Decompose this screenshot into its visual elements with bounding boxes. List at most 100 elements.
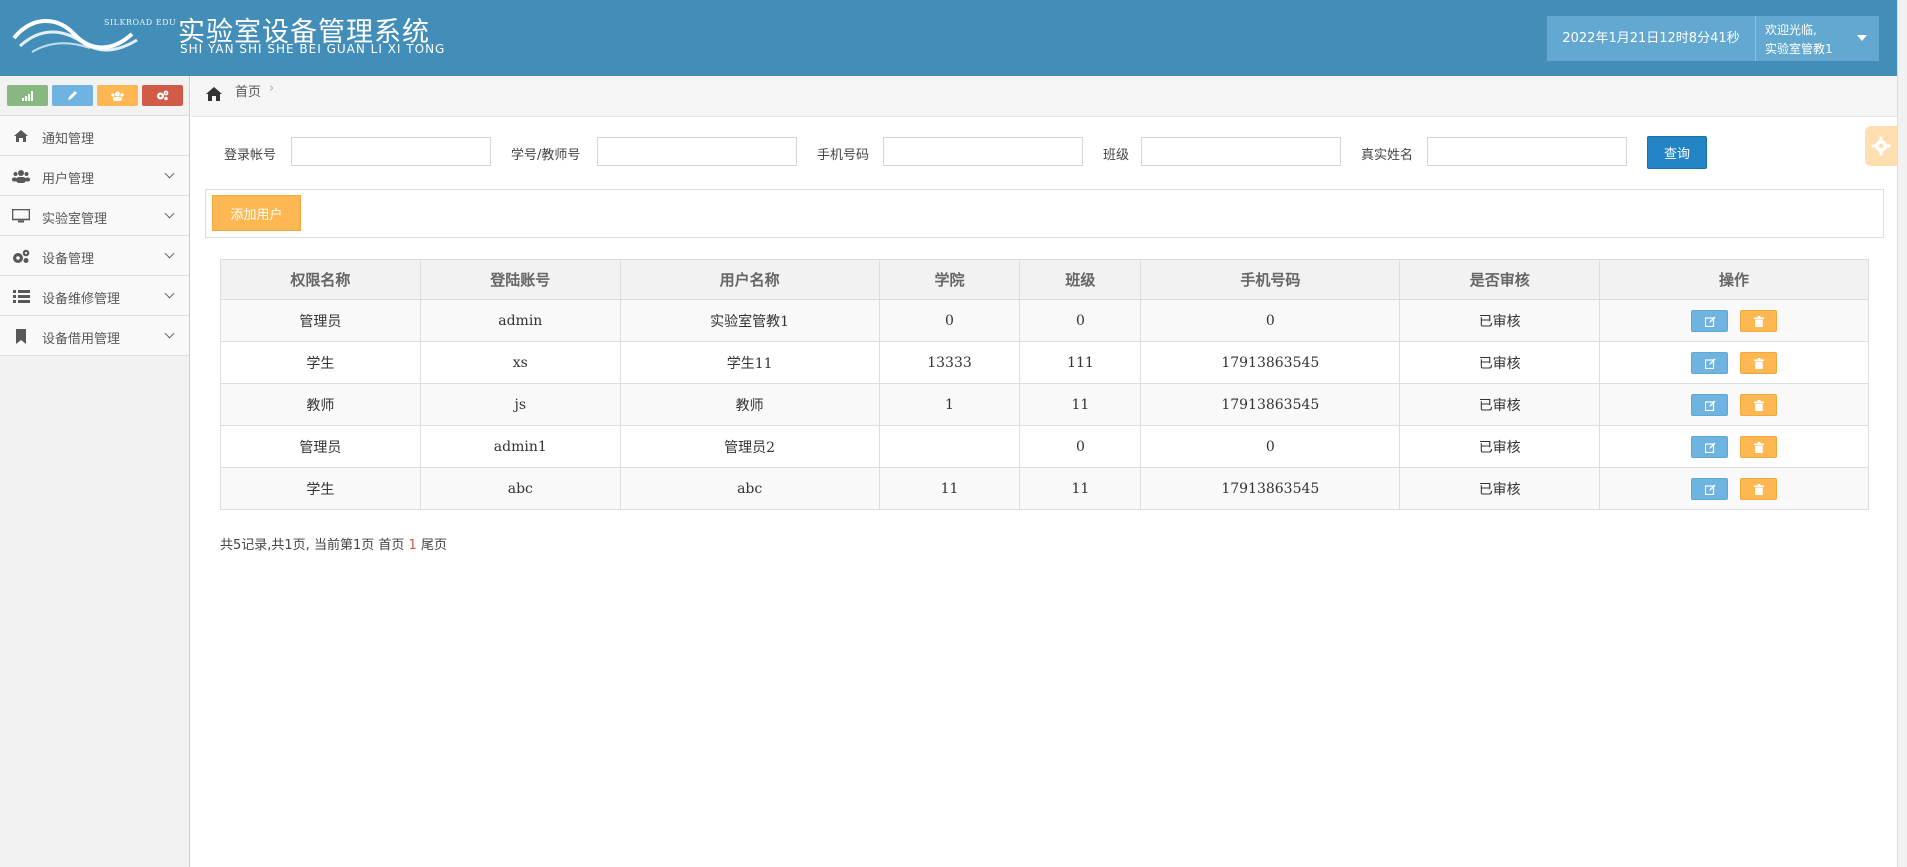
student-no-label: 学号/教师号 (511, 148, 581, 163)
shortcut-cogs-button[interactable] (142, 85, 183, 106)
student-no-input[interactable] (597, 137, 797, 166)
sidebar-item-equipment[interactable]: 设备管理 (0, 236, 189, 276)
username-cell: 管理员2 (619, 425, 880, 468)
audit-status-cell: 已审核 (1399, 425, 1601, 468)
query-button[interactable]: 查询 (1647, 136, 1707, 169)
role-cell: 管理员 (220, 299, 421, 342)
audit-status-cell: 已审核 (1399, 383, 1601, 426)
edit-button[interactable] (1691, 309, 1729, 332)
logo-text: SILKROAD EDU (104, 18, 177, 27)
phone-cell: 17913863545 (1140, 341, 1401, 384)
column-header: 学院 (878, 259, 1021, 300)
breadcrumb-home-link[interactable]: 首页 (235, 81, 261, 100)
class-input[interactable] (1141, 137, 1341, 166)
delete-button[interactable] (1740, 309, 1778, 332)
group-icon (111, 91, 124, 101)
phone-cell: 17913863545 (1140, 467, 1401, 510)
column-header: 操作 (1599, 259, 1869, 300)
account-cell: abc (419, 467, 621, 510)
college-cell: 11 (878, 467, 1021, 510)
username-cell: 学生11 (619, 341, 880, 384)
first-page-link[interactable]: 首页 (378, 538, 404, 553)
sidebar-shortcuts (0, 76, 189, 116)
current-page-link[interactable]: 1 (409, 538, 417, 553)
sidebar: 通知管理 用户管理 实验室管理 设备管理 设备维修管理 设备借用管理 (0, 76, 190, 867)
edit-icon (1705, 400, 1716, 411)
divider (1755, 16, 1756, 61)
role-cell: 学生 (220, 467, 421, 510)
sidebar-item-label: 实验室管理 (42, 212, 108, 227)
sidebar-item-label: 设备借用管理 (42, 332, 121, 347)
edit-button[interactable] (1691, 351, 1729, 374)
chevron-down-icon (164, 328, 175, 339)
phone-cell: 17913863545 (1140, 383, 1401, 426)
add-user-button[interactable]: 添加用户 (212, 195, 301, 231)
account-cell: admin1 (419, 425, 621, 468)
home-icon[interactable] (205, 86, 223, 102)
edit-icon (1705, 442, 1716, 453)
table-header-row: 权限名称 登陆账号 用户名称 学院 班级 手机号码 是否审核 操作 (220, 259, 1869, 300)
sidebar-item-label: 设备维修管理 (42, 292, 121, 307)
column-header: 班级 (1019, 259, 1142, 300)
class-cell: 11 (1019, 467, 1142, 510)
settings-toggle-button[interactable] (1865, 126, 1897, 166)
pagination-summary: 共5记录,共1页, 当前第1页 (220, 538, 375, 553)
column-header: 手机号码 (1140, 259, 1401, 300)
table-row: 管理员 admin 实验室管教1 0 0 0 已审核 (220, 299, 1869, 342)
role-cell: 学生 (220, 341, 421, 384)
delete-button[interactable] (1740, 477, 1778, 500)
real-name-input[interactable] (1427, 137, 1627, 166)
edit-icon (1705, 484, 1716, 495)
login-account-input[interactable] (291, 137, 491, 166)
edit-button[interactable] (1691, 477, 1729, 500)
page-scrollbar[interactable] (1897, 0, 1907, 867)
last-page-link[interactable]: 尾页 (421, 538, 447, 553)
actions-cell (1599, 425, 1869, 468)
actions-cell (1599, 299, 1869, 342)
phone-label: 手机号码 (817, 148, 870, 163)
app-subtitle: SHI YAN SHI SHE BEI GUAN LI XI TONG (180, 42, 446, 56)
cogs-icon (157, 90, 169, 101)
trash-icon (1754, 483, 1765, 495)
pencil-icon (68, 91, 77, 100)
audit-status-cell: 已审核 (1399, 341, 1601, 384)
college-cell: 0 (878, 299, 1021, 342)
welcome-text[interactable]: 欢迎光临, 实验室管教1 (1765, 21, 1833, 59)
breadcrumb: 首页 › (191, 76, 1897, 117)
edit-button[interactable] (1691, 393, 1729, 416)
sidebar-item-borrow[interactable]: 设备借用管理 (0, 316, 189, 356)
shortcut-group-button[interactable] (97, 85, 138, 106)
audit-status-cell: 已审核 (1399, 467, 1601, 510)
username-cell: 实验室管教1 (619, 299, 880, 342)
account-cell: js (419, 383, 621, 426)
sidebar-item-lab[interactable]: 实验室管理 (0, 196, 189, 236)
delete-button[interactable] (1740, 351, 1778, 374)
username-cell: 教师 (619, 383, 880, 426)
edit-button[interactable] (1691, 435, 1729, 458)
delete-button[interactable] (1740, 435, 1778, 458)
shortcut-pencil-button[interactable] (52, 85, 93, 106)
delete-button[interactable] (1740, 393, 1778, 416)
user-area[interactable]: 2022年1月21日12时8分41秒 欢迎光临, 实验室管教1 (1547, 16, 1879, 61)
sidebar-item-repair[interactable]: 设备维修管理 (0, 276, 189, 316)
shortcut-signal-button[interactable] (7, 85, 48, 106)
home-icon (12, 128, 30, 144)
sidebar-item-notice[interactable]: 通知管理 (0, 116, 189, 156)
caret-down-icon[interactable] (1857, 35, 1867, 41)
class-cell: 111 (1019, 341, 1142, 384)
edit-icon (1705, 358, 1716, 369)
top-navbar: SILKROAD EDU 实验室设备管理系统 SHI YAN SHI SHE B… (0, 0, 1907, 76)
class-label: 班级 (1103, 148, 1130, 163)
class-cell: 0 (1019, 299, 1142, 342)
phone-cell: 0 (1140, 299, 1401, 342)
user-name: 实验室管教1 (1765, 42, 1833, 56)
chevron-down-icon (164, 168, 175, 179)
phone-input[interactable] (883, 137, 1083, 166)
trash-icon (1754, 399, 1765, 411)
sidebar-item-label: 用户管理 (42, 172, 95, 187)
login-account-label: 登录帐号 (224, 148, 277, 163)
actions-cell (1599, 383, 1869, 426)
audit-status-cell: 已审核 (1399, 299, 1601, 342)
real-name-label: 真实姓名 (1361, 148, 1414, 163)
sidebar-item-users[interactable]: 用户管理 (0, 156, 189, 196)
